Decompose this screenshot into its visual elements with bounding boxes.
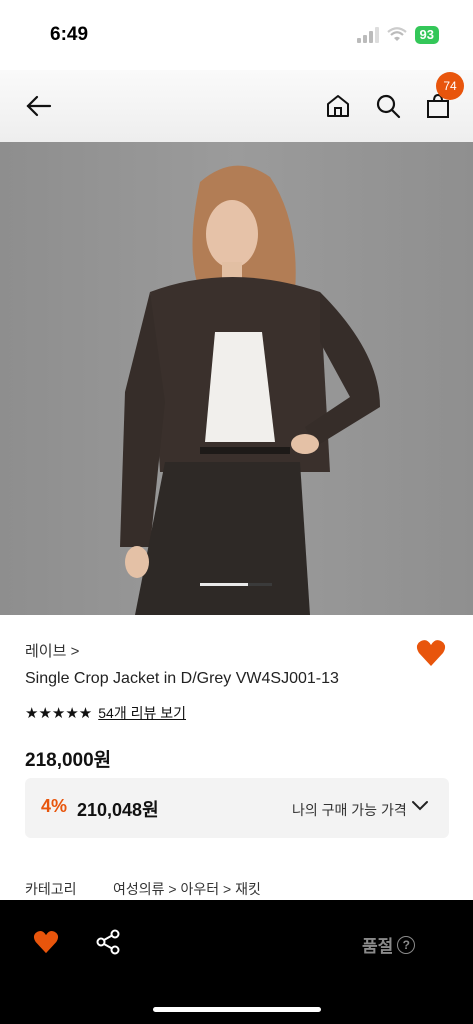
category-path[interactable]: 여성의류 > 아우터 > 재킷	[113, 879, 261, 899]
review-link[interactable]: 54개 리뷰 보기	[98, 703, 186, 723]
search-button[interactable]	[370, 88, 406, 124]
product-photo	[120, 165, 380, 615]
search-icon	[376, 94, 401, 119]
bottom-action-bar: 품절 ?	[0, 900, 473, 1024]
brand-link[interactable]: 레이브 >	[25, 640, 79, 661]
discount-price-box[interactable]: 4% 210,048원 나의 구매 가능 가격	[25, 778, 449, 838]
status-time: 6:49	[50, 24, 89, 45]
product-name: Single Crop Jacket in D/Grey VW4SJ001-13	[25, 670, 339, 687]
favorite-button[interactable]	[416, 639, 446, 672]
home-button[interactable]	[320, 88, 356, 124]
signal-icon	[356, 27, 379, 43]
back-arrow-icon	[26, 95, 52, 117]
product-price: 218,000원	[25, 750, 112, 771]
soldout-label: 품절	[362, 937, 394, 956]
battery-indicator: 93	[414, 26, 439, 44]
status-bar: 6:49 93	[0, 0, 473, 70]
share-icon	[96, 929, 120, 955]
star-rating: ★★★★★	[25, 705, 93, 722]
top-navigation: 74	[0, 70, 473, 142]
rating-row: ★★★★★ 54개 리뷰 보기	[25, 703, 186, 723]
home-icon	[327, 95, 349, 117]
soldout-status: 품절 ?	[362, 932, 416, 957]
heart-icon	[416, 640, 446, 666]
home-indicator	[153, 1007, 321, 1012]
cart-button[interactable]: 74	[420, 72, 464, 124]
carousel-pager	[200, 583, 272, 586]
cart-count-badge: 74	[436, 72, 464, 100]
discount-price: 210,048원	[77, 800, 159, 820]
discount-rate: 4%	[41, 796, 68, 816]
chevron-down-icon	[412, 801, 428, 811]
heart-icon	[33, 930, 59, 954]
back-button[interactable]	[20, 88, 56, 124]
share-button[interactable]	[95, 929, 121, 960]
bottom-favorite-button[interactable]	[33, 930, 59, 959]
product-image-carousel[interactable]	[0, 142, 473, 615]
status-indicators: 93	[356, 26, 439, 44]
my-price-label: 나의 구매 가능 가격	[292, 802, 407, 818]
help-icon[interactable]: ?	[397, 935, 416, 954]
wifi-icon	[386, 27, 407, 41]
category-label: 카테고리	[25, 881, 77, 897]
